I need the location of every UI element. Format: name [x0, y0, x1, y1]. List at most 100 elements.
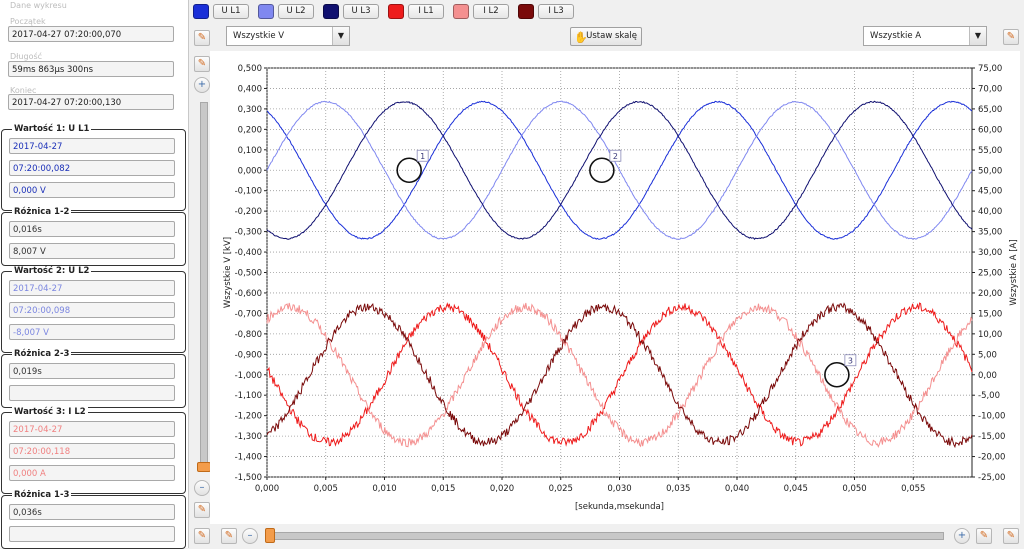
edit-icon[interactable]: ✎ [194, 56, 210, 72]
panel-header: Dane wykresu [10, 1, 67, 10]
cursor-value-field[interactable]: 2017-04-27 [9, 421, 175, 437]
x-tick-label: 0,025 [549, 484, 573, 494]
cursor-group: Różnica 1-3 0,036s [1, 490, 186, 549]
edit-icon[interactable]: ✎ [194, 502, 210, 518]
pencil-square-icon[interactable]: ✎ [1003, 528, 1019, 544]
y-left-axis-label: Wszystkie V [kV] [223, 237, 233, 308]
y-right-tick-label: -20,00 [978, 453, 1005, 463]
length-label: Długość [10, 52, 43, 61]
y-left-tick-label: -0,900 [235, 350, 262, 360]
y-right-tick-label: 35,00 [978, 228, 1002, 238]
horizontal-zoom-slider[interactable] [266, 532, 944, 540]
y-left-tick-label: -1,200 [235, 412, 262, 422]
cursor-value-field[interactable]: 8,007 V [9, 243, 175, 259]
chevron-down-icon: ▼ [332, 27, 349, 45]
cursor-group-title: Różnica 1-3 [12, 490, 72, 501]
y-left-tick-label: -1,000 [235, 371, 262, 381]
x-tick-label: 0,030 [607, 484, 631, 494]
start-time-field[interactable]: 2017-04-27 07:20:00,070 [8, 26, 174, 42]
current-select-value: Wszystkie A [870, 31, 922, 41]
cursor-value-field[interactable]: 07:20:00,098 [9, 302, 175, 318]
cursor-group: Wartość 3: I L2 2017-04-27 07:20:00,118 0,0… [1, 407, 186, 494]
legend-toggle-button[interactable]: U L3 [343, 4, 379, 19]
zoom-out-icon[interactable]: – [194, 480, 210, 496]
legend-swatch[interactable] [518, 4, 534, 19]
y-right-tick-label: -15,00 [978, 432, 1005, 442]
legend-item[interactable]: I L1 [388, 4, 446, 19]
legend-swatch[interactable] [323, 4, 339, 19]
legend-swatch[interactable] [388, 4, 404, 19]
y-left-tick-label: -1,400 [235, 453, 262, 463]
waveform-chart[interactable]: 0,000 0,005 0,010 0,015 0,020 0,025 0,030 0,035… [210, 51, 1020, 524]
cursor-value-field[interactable]: 0,000 V [9, 182, 175, 198]
legend-item[interactable]: U L3 [323, 4, 381, 19]
legend-toggle-button[interactable]: I L2 [473, 4, 509, 19]
cursor-value-field[interactable]: 07:20:00,118 [9, 443, 175, 459]
legend-item[interactable]: U L2 [258, 4, 316, 19]
set-scale-label: Ustaw skalę [586, 31, 637, 41]
cursor-value-field[interactable]: 0,000 A [9, 465, 175, 481]
y-left-tick-label: 0,500 [238, 64, 262, 74]
cursor-group: Różnica 2-3 0,019s [1, 349, 186, 408]
y-left-tick-label: -0,200 [235, 207, 262, 217]
legend-toggle-button[interactable]: I L3 [538, 4, 574, 19]
y-left-tick-label: -0,400 [235, 248, 262, 258]
legend-item[interactable]: I L3 [518, 4, 576, 19]
vertical-zoom-slider[interactable] [200, 102, 208, 468]
legend-swatch[interactable] [258, 4, 274, 19]
pencil-square-icon[interactable]: ✎ [1003, 29, 1019, 45]
legend-toggle-button[interactable]: I L1 [408, 4, 444, 19]
y-left-tick-label: -0,500 [235, 269, 262, 279]
length-field[interactable]: 59ms 863µs 300ns [8, 61, 174, 77]
legend-item[interactable]: I L2 [453, 4, 511, 19]
y-left-tick-label: 0,000 [238, 166, 262, 176]
y-left-tick-label: 0,200 [238, 125, 262, 135]
cursor-marker-label: 2 [613, 152, 618, 161]
cursor-value-field[interactable] [9, 385, 175, 401]
y-right-axis-label: Wszystkie A [A] [1009, 239, 1019, 305]
cursor-value-field[interactable]: 0,016s [9, 221, 175, 237]
start-label: Początek [10, 17, 46, 26]
x-axis-label: [sekunda,msekunda] [575, 502, 664, 512]
zoom-in-icon[interactable]: + [194, 77, 210, 93]
end-time-field[interactable]: 2017-04-27 07:20:00,130 [8, 94, 174, 110]
current-channel-select[interactable]: Wszystkie A ▼ [863, 26, 987, 46]
cursor-value-field[interactable]: 0,019s [9, 363, 175, 379]
legend-swatch[interactable] [193, 4, 209, 19]
cursor-group: Wartość 2: U L2 2017-04-27 07:20:00,098 -8,… [1, 266, 186, 353]
pencil-square-icon[interactable]: ✎ [194, 528, 210, 544]
legend-item[interactable]: U L1 [193, 4, 251, 19]
y-right-tick-label: -5,00 [978, 391, 1000, 401]
cursor-value-field[interactable]: 2017-04-27 [9, 138, 175, 154]
x-tick-label: 0,015 [431, 484, 455, 494]
legend-toggle-button[interactable]: U L2 [278, 4, 314, 19]
x-tick-label: 0,040 [725, 484, 749, 494]
set-scale-button[interactable]: ✋ Ustaw skalę [570, 27, 642, 46]
zoom-in-icon[interactable]: + [954, 528, 970, 544]
cursor-value-field[interactable]: 0,036s [9, 504, 175, 520]
voltage-channel-select[interactable]: Wszystkie V ▼ [226, 26, 350, 46]
legend-toggle-button[interactable]: U L1 [213, 4, 249, 19]
x-tick-label: 0,010 [372, 484, 396, 494]
horizontal-slider-handle[interactable] [265, 528, 275, 543]
cursor-group-title: Różnica 1-2 [12, 207, 72, 218]
vertical-slider-handle[interactable] [197, 462, 211, 472]
edit-icon[interactable]: ✎ [221, 528, 237, 544]
legend-swatch[interactable] [453, 4, 469, 19]
y-right-tick-label: -10,00 [978, 412, 1005, 422]
cursor-value-field[interactable]: 07:20:00,082 [9, 160, 175, 176]
cursor-value-field[interactable]: -8,007 V [9, 324, 175, 340]
edit-icon[interactable]: ✎ [976, 528, 992, 544]
cursor-marker-label: 1 [420, 152, 425, 161]
y-left-tick-label: -0,800 [235, 330, 262, 340]
x-tick-label: 0,055 [901, 484, 925, 494]
cursor-value-field[interactable] [9, 526, 175, 542]
y-right-tick-label: 65,00 [978, 105, 1002, 115]
x-tick-label: 0,045 [784, 484, 808, 494]
cursor-marker-label: 3 [848, 356, 853, 365]
zoom-out-icon[interactable]: – [242, 528, 258, 544]
cursor-value-field[interactable]: 2017-04-27 [9, 280, 175, 296]
pencil-square-icon[interactable]: ✎ [194, 30, 210, 46]
cursor-group: Różnica 1-2 0,016s 8,007 V [1, 207, 186, 266]
waveform-chart-svg[interactable]: 0,000 0,005 0,010 0,015 0,020 0,025 0,030 0,035… [210, 51, 1020, 524]
